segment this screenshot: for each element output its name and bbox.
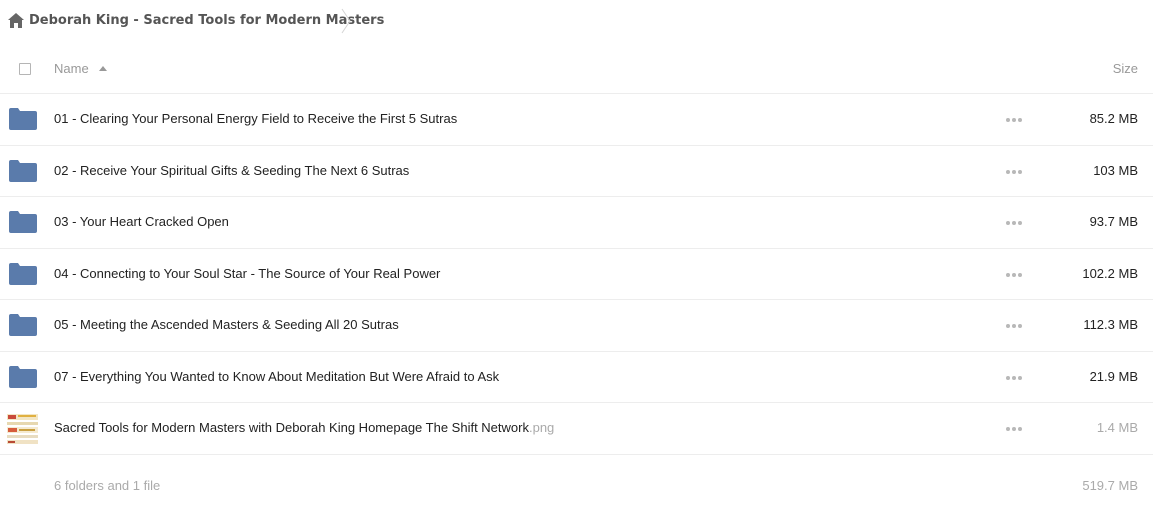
more-options-icon[interactable] bbox=[1006, 324, 1022, 329]
list-item[interactable]: 01 - Clearing Your Personal Energy Field… bbox=[0, 94, 1153, 146]
more-options-icon[interactable] bbox=[1006, 118, 1022, 123]
sort-ascending-icon[interactable] bbox=[99, 66, 107, 71]
list-item[interactable]: 05 - Meeting the Ascended Masters & Seed… bbox=[0, 300, 1153, 352]
list-item[interactable]: 04 - Connecting to Your Soul Star - The … bbox=[0, 249, 1153, 300]
item-size: 1.4 MB bbox=[1096, 420, 1138, 435]
item-name[interactable]: 02 - Receive Your Spiritual Gifts & Seed… bbox=[54, 163, 409, 178]
item-size: 112.3 MB bbox=[1083, 317, 1138, 332]
list-item[interactable]: Sacred Tools for Modern Masters with Deb… bbox=[0, 403, 1153, 455]
item-name[interactable]: 05 - Meeting the Ascended Masters & Seed… bbox=[54, 317, 399, 332]
item-size: 103 MB bbox=[1093, 162, 1138, 178]
item-name[interactable]: Sacred Tools for Modern Masters with Deb… bbox=[54, 420, 554, 435]
more-options-icon[interactable] bbox=[1006, 375, 1022, 381]
folder-icon bbox=[9, 108, 37, 130]
folder-icon bbox=[9, 365, 37, 388]
list-summary: 6 folders and 1 file 519.7 MB bbox=[0, 474, 1153, 498]
folder-icon bbox=[9, 262, 37, 285]
item-size: 85.2 MB bbox=[1089, 111, 1138, 126]
breadcrumb-folder-title[interactable]: Deborah King - Sacred Tools for Modern M… bbox=[29, 13, 384, 28]
more-options-icon[interactable] bbox=[1006, 272, 1022, 278]
item-name[interactable]: 01 - Clearing Your Personal Energy Field… bbox=[54, 111, 457, 126]
folder-icon bbox=[9, 159, 37, 182]
list-item[interactable]: 03 - Your Heart Cracked Open 93.7 MB bbox=[0, 197, 1153, 249]
list-item[interactable]: 02 - Receive Your Spiritual Gifts & Seed… bbox=[0, 146, 1153, 197]
file-extension: .png bbox=[528, 420, 555, 435]
item-count: 6 folders and 1 file bbox=[54, 478, 161, 493]
folder-icon bbox=[9, 211, 37, 233]
file-list: 01 - Clearing Your Personal Energy Field… bbox=[0, 94, 1153, 455]
folder-icon bbox=[9, 314, 37, 336]
select-all-checkbox[interactable] bbox=[19, 63, 31, 75]
more-options-icon[interactable] bbox=[1006, 427, 1022, 432]
size-column-header[interactable]: Size bbox=[1113, 61, 1138, 76]
list-header: Name Size bbox=[0, 44, 1153, 94]
item-size: 21.9 MB bbox=[1089, 368, 1138, 384]
image-thumbnail-icon bbox=[6, 412, 39, 445]
item-size: 102.2 MB bbox=[1082, 265, 1138, 281]
more-options-icon[interactable] bbox=[1006, 221, 1022, 226]
breadcrumb: Deborah King - Sacred Tools for Modern M… bbox=[0, 0, 1153, 42]
item-name[interactable]: 04 - Connecting to Your Soul Star - The … bbox=[54, 266, 440, 281]
total-size: 519.7 MB bbox=[1082, 478, 1138, 493]
item-size: 93.7 MB bbox=[1089, 214, 1138, 229]
item-name[interactable]: 03 - Your Heart Cracked Open bbox=[54, 214, 229, 229]
home-icon[interactable] bbox=[8, 13, 24, 28]
item-name[interactable]: 07 - Everything You Wanted to Know About… bbox=[54, 369, 499, 384]
list-item[interactable]: 07 - Everything You Wanted to Know About… bbox=[0, 352, 1153, 403]
name-column-header[interactable]: Name bbox=[54, 61, 89, 76]
more-options-icon[interactable] bbox=[1006, 169, 1022, 175]
chevron-right-icon bbox=[341, 8, 351, 34]
